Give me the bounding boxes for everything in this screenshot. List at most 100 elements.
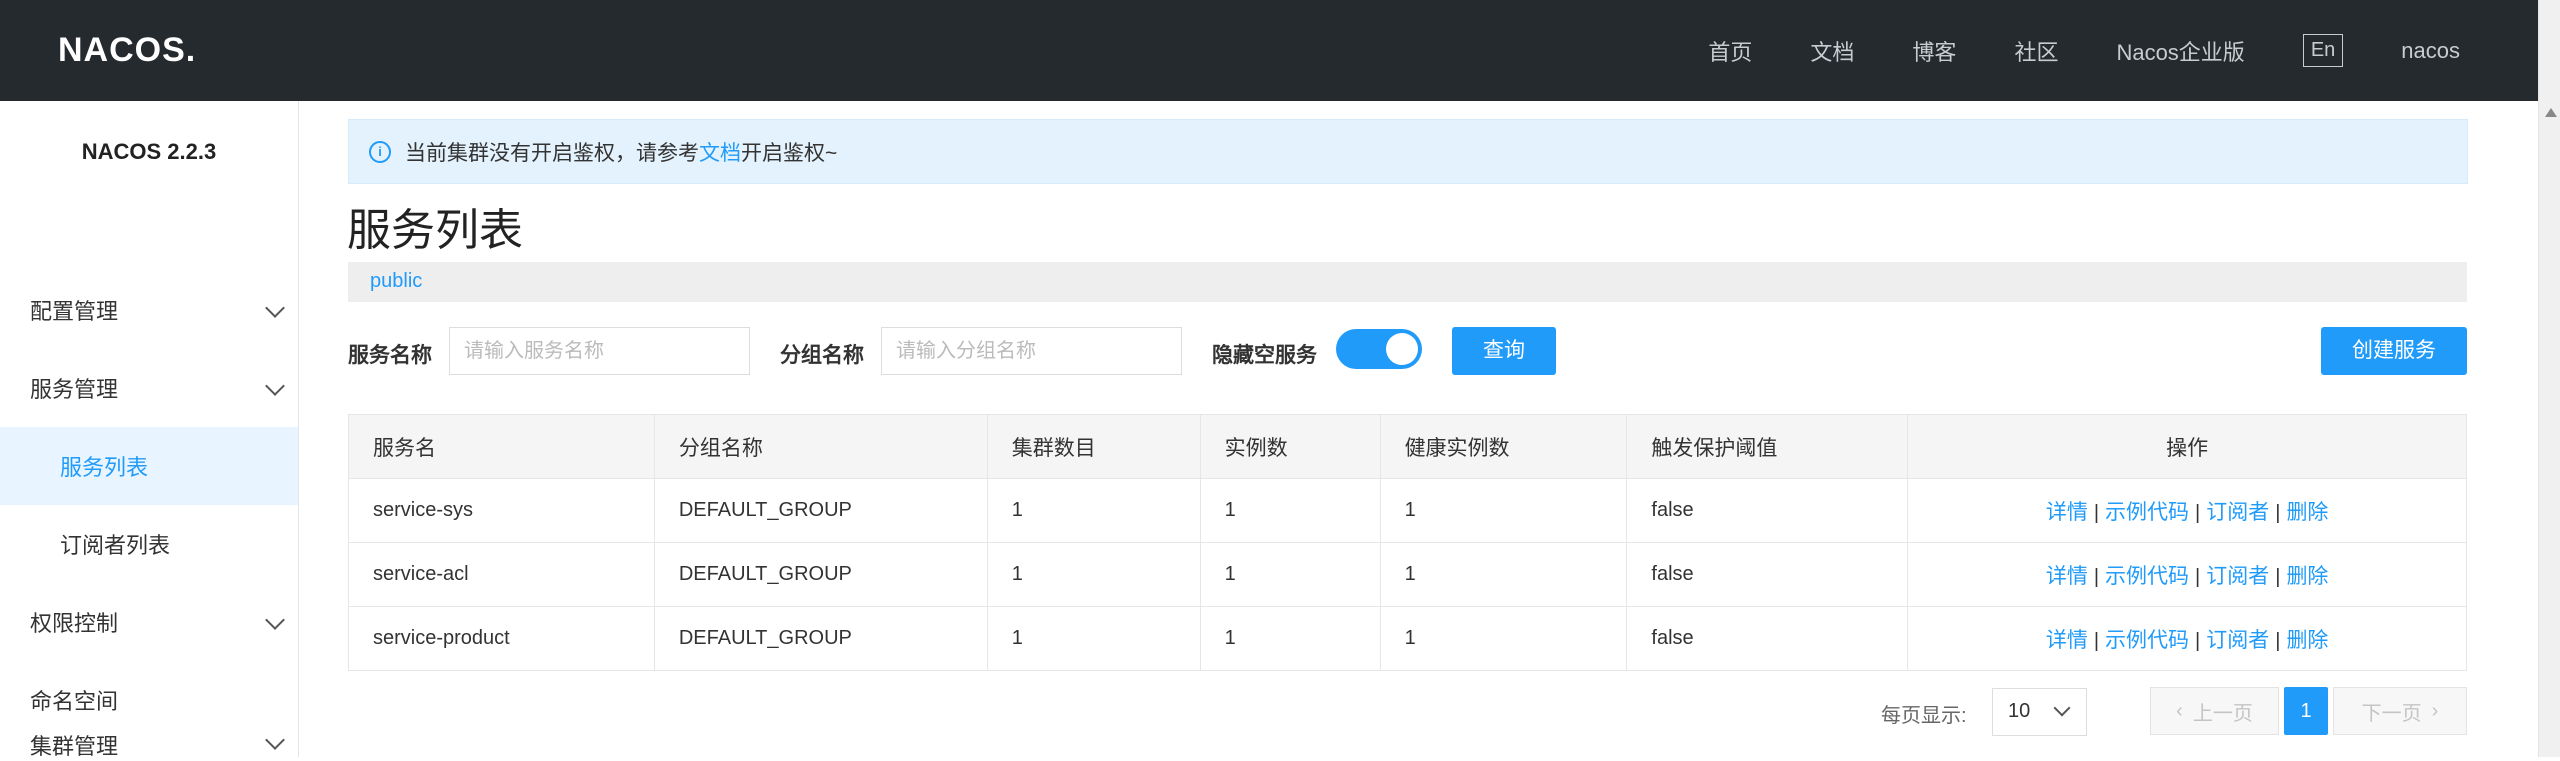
chevron-down-icon: [265, 298, 285, 318]
hide-empty-toggle[interactable]: [1336, 329, 1422, 369]
per-page-label: 每页显示:: [1881, 705, 1967, 727]
operations-cell: 详情 | 示例代码 | 订阅者 | 删除: [1907, 542, 2467, 607]
healthy-count-cell: 1: [1379, 478, 1628, 543]
service-table: 服务名 分组名称 集群数目 实例数 健康实例数 触发保护阈值 操作 servic…: [348, 414, 2467, 671]
column-header: 实例数: [1199, 414, 1381, 479]
prev-page-button[interactable]: ‹ 上一页: [2150, 687, 2279, 735]
per-page-select[interactable]: 10: [1992, 688, 2087, 736]
service-name-input[interactable]: [450, 328, 749, 374]
sidebar-item-label: 集群管理: [30, 734, 119, 759]
chevron-down-icon: [265, 376, 285, 396]
threshold-cell: false: [1626, 606, 1909, 671]
sidebar-item-label: 服务管理: [30, 377, 119, 402]
instance-count-cell: 1: [1199, 542, 1381, 607]
nav-community[interactable]: 社区: [2014, 35, 2058, 67]
sidebar-item-subscriber-list[interactable]: 订阅者列表: [0, 505, 298, 583]
sample-code-link[interactable]: 示例代码: [2105, 501, 2189, 524]
info-icon: i: [369, 140, 391, 163]
column-header: 健康实例数: [1379, 414, 1628, 479]
sidebar-item-access-control[interactable]: 权限控制: [0, 583, 298, 661]
column-header: 分组名称: [653, 414, 988, 479]
sidebar-item-label: 配置管理: [30, 299, 119, 324]
service-name-cell: service-acl: [348, 542, 655, 607]
scroll-up-icon[interactable]: [2545, 108, 2557, 117]
query-button[interactable]: 查询: [1452, 327, 1556, 375]
table-row: service-sys DEFAULT_GROUP 1 1 1 false 详情…: [348, 478, 2467, 543]
table-header-row: 服务名 分组名称 集群数目 实例数 健康实例数 触发保护阈值 操作: [348, 414, 2467, 479]
version-label: NACOS 2.2.3: [81, 139, 217, 164]
per-page-value: 10: [2008, 700, 2031, 722]
column-header: 操作: [1907, 414, 2467, 479]
notice-docs-link[interactable]: 文档: [699, 137, 741, 167]
nav-enterprise[interactable]: Nacos企业版: [2116, 35, 2244, 67]
chevron-down-icon: [2053, 699, 2071, 717]
instance-count-cell: 1: [1199, 606, 1381, 671]
prev-page-label: 上一页: [2192, 702, 2253, 725]
nacos-logo[interactable]: NACOS.: [58, 31, 196, 70]
create-service-button[interactable]: 创建服务: [2321, 327, 2467, 375]
instance-count-cell: 1: [1199, 478, 1381, 543]
column-header: 集群数目: [986, 414, 1201, 479]
sidebar-item-label: 权限控制: [30, 611, 119, 636]
service-name-cell: service-product: [348, 606, 655, 671]
user-menu[interactable]: nacos: [2401, 38, 2460, 64]
delete-link[interactable]: 删除: [2286, 501, 2328, 524]
chevron-down-icon: [265, 610, 285, 630]
table-row: service-acl DEFAULT_GROUP 1 1 1 false 详情…: [348, 542, 2467, 607]
subscribers-link[interactable]: 订阅者: [2206, 565, 2269, 588]
cluster-count-cell: 1: [986, 542, 1201, 607]
notice-text: 当前集群没有开启鉴权，请参考: [405, 141, 699, 165]
page-scrollbar[interactable]: [2538, 0, 2560, 757]
delete-link[interactable]: 删除: [2286, 629, 2328, 652]
healthy-count-cell: 1: [1379, 542, 1628, 607]
page-title: 服务列表: [347, 206, 523, 255]
top-navbar: NACOS. 首页 文档 博客 社区 Nacos企业版 En nacos: [0, 0, 2538, 101]
sidebar-item-service-management[interactable]: 服务管理: [0, 349, 298, 427]
toggle-knob: [1386, 333, 1418, 365]
column-header: 触发保护阈值: [1626, 414, 1909, 479]
sidebar-item-label: 订阅者列表: [60, 533, 171, 558]
page-1-button[interactable]: 1: [2284, 687, 2328, 735]
operations-cell: 详情 | 示例代码 | 订阅者 | 删除: [1907, 478, 2467, 543]
sidebar-item-label: 命名空间: [30, 689, 119, 714]
threshold-cell: false: [1626, 478, 1909, 543]
sidebar-item-config-management[interactable]: 配置管理: [0, 271, 298, 349]
sidebar-item-label: 服务列表: [60, 455, 149, 480]
group-name-label: 分组名称: [780, 344, 864, 367]
cluster-count-cell: 1: [986, 606, 1201, 671]
detail-link[interactable]: 详情: [2046, 629, 2088, 652]
chevron-right-icon: ›: [2431, 699, 2439, 722]
group-cell: DEFAULT_GROUP: [653, 478, 988, 543]
service-name-field[interactable]: [449, 327, 750, 375]
detail-link[interactable]: 详情: [2046, 501, 2088, 524]
column-header: 服务名: [348, 414, 655, 479]
operations-cell: 详情 | 示例代码 | 订阅者 | 删除: [1907, 606, 2467, 671]
detail-link[interactable]: 详情: [2046, 565, 2088, 588]
language-switch-button[interactable]: En: [2302, 34, 2344, 67]
namespace-bar: public: [348, 262, 2467, 302]
notice-text-end: 开启鉴权~: [741, 141, 838, 165]
namespace-public[interactable]: public: [370, 270, 422, 293]
sample-code-link[interactable]: 示例代码: [2105, 629, 2189, 652]
nav-blog[interactable]: 博客: [1912, 35, 1956, 67]
table-row: service-product DEFAULT_GROUP 1 1 1 fals…: [348, 606, 2467, 671]
delete-link[interactable]: 删除: [2286, 565, 2328, 588]
nav-docs[interactable]: 文档: [1810, 35, 1854, 67]
group-name-input[interactable]: [882, 328, 1181, 374]
sidebar-item-cluster-management[interactable]: 集群管理: [0, 730, 298, 759]
group-cell: DEFAULT_GROUP: [653, 606, 988, 671]
sidebar: NACOS 2.2.3 配置管理 服务管理 服务列表 订阅者列表 权限控制 命名…: [0, 101, 299, 759]
sidebar-item-namespace[interactable]: 命名空间: [0, 661, 298, 739]
sample-code-link[interactable]: 示例代码: [2105, 565, 2189, 588]
group-name-field[interactable]: [881, 327, 1182, 375]
sidebar-item-service-list[interactable]: 服务列表: [0, 427, 298, 505]
subscribers-link[interactable]: 订阅者: [2206, 629, 2269, 652]
top-nav: 首页 文档 博客 社区 Nacos企业版 En nacos: [1650, 0, 2460, 101]
next-page-button[interactable]: 下一页 ›: [2333, 687, 2467, 735]
healthy-count-cell: 1: [1379, 606, 1628, 671]
threshold-cell: false: [1626, 542, 1909, 607]
subscribers-link[interactable]: 订阅者: [2206, 501, 2269, 524]
next-page-label: 下一页: [2361, 702, 2422, 725]
nav-home[interactable]: 首页: [1708, 35, 1752, 67]
service-name-label: 服务名称: [348, 344, 432, 367]
